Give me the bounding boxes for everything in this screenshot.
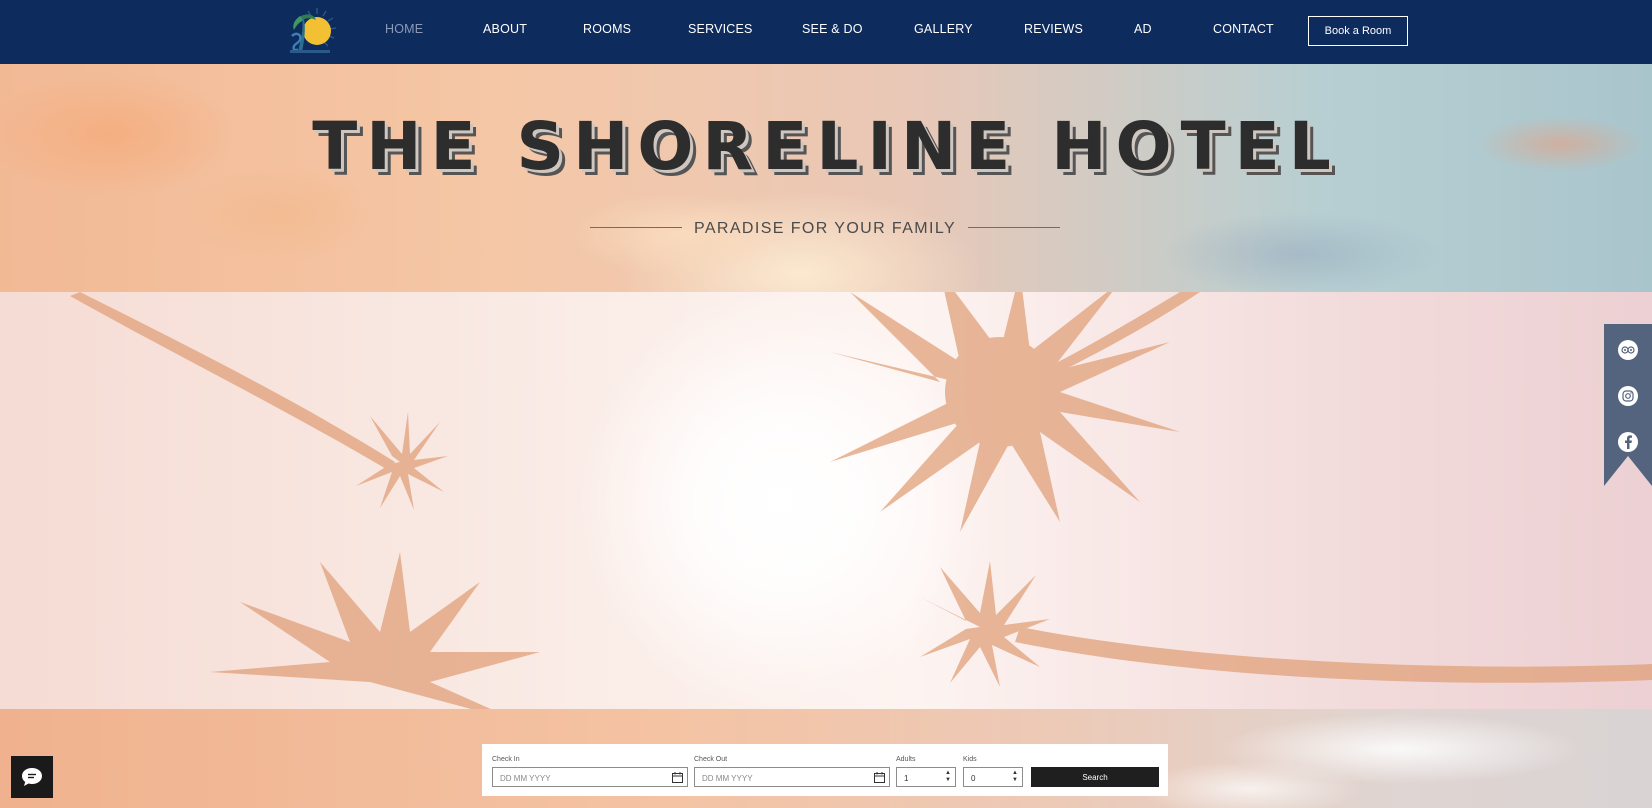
tripadvisor-icon[interactable] — [1618, 340, 1638, 360]
check-out-label: Check Out — [694, 756, 728, 763]
check-in-input[interactable] — [493, 769, 687, 788]
hotel-title: THE SHORELINE HOTEL — [312, 108, 1340, 185]
nav-rooms[interactable]: ROOMS — [583, 22, 631, 36]
adults-label: Adults — [896, 756, 916, 763]
check-in-label: Check In — [492, 756, 520, 763]
check-out-field[interactable] — [694, 767, 890, 788]
tagline-divider-right — [968, 227, 1060, 228]
hero-palm-image — [0, 292, 1652, 709]
calendar-icon[interactable] — [874, 772, 885, 783]
kids-stepper[interactable]: ▲▼ — [963, 767, 1023, 788]
adults-spinner-arrows[interactable]: ▲ ▼ — [945, 770, 951, 784]
nav-about[interactable]: ABOUT — [483, 22, 527, 36]
facebook-icon[interactable] — [1618, 432, 1638, 452]
search-button[interactable]: Search — [1031, 767, 1159, 787]
chat-button[interactable] — [11, 756, 53, 798]
nav-contact[interactable]: CONTACT — [1213, 22, 1274, 36]
nav-gallery[interactable]: GALLERY — [914, 22, 973, 36]
calendar-icon[interactable] — [672, 772, 683, 783]
adults-stepper[interactable]: ▲▼ — [896, 767, 956, 788]
instagram-icon[interactable] — [1618, 386, 1638, 406]
kids-label: Kids — [963, 756, 977, 763]
nav-services[interactable]: SERVICES — [688, 22, 753, 36]
tagline-group: PARADISE FOR YOUR FAMILY — [590, 218, 1060, 240]
nav-reviews[interactable]: REVIEWS — [1024, 22, 1083, 36]
social-sidebar-ribbon — [1604, 456, 1652, 486]
nav-ad[interactable]: AD — [1134, 22, 1152, 36]
kids-spinner-arrows[interactable]: ▲ ▼ — [1012, 770, 1018, 784]
chat-icon — [22, 768, 42, 786]
booking-widget: Check In Check Out Adults ▲▼ Kids ▲▼ Sea… — [482, 744, 1168, 796]
check-out-input[interactable] — [695, 769, 889, 788]
social-sidebar — [1604, 324, 1652, 486]
nav-home[interactable]: HOME — [385, 22, 423, 36]
nav-see-do[interactable]: SEE & DO — [802, 22, 863, 36]
tagline: PARADISE FOR YOUR FAMILY — [693, 220, 957, 237]
check-in-field[interactable] — [492, 767, 688, 788]
book-room-button[interactable]: Book a Room — [1308, 16, 1408, 46]
hotel-logo[interactable] — [284, 6, 340, 56]
top-navigation: HOME ABOUT ROOMS SERVICES SEE & DO GALLE… — [0, 0, 1652, 64]
